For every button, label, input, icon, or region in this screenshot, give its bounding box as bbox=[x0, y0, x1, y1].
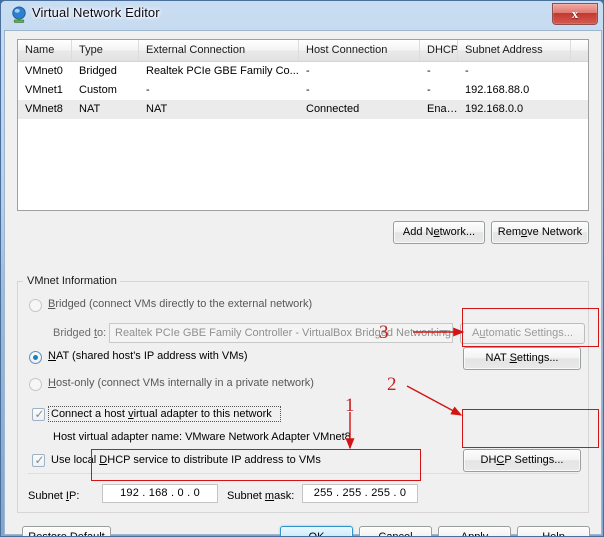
radio-host-only-label: Host-only (connect VMs internally in a p… bbox=[48, 377, 314, 389]
column-header-subnet-address[interactable]: Subnet Address bbox=[458, 40, 571, 61]
cell-external-connection: NAT bbox=[146, 103, 168, 115]
section-divider bbox=[28, 473, 578, 474]
network-monitor-icon bbox=[10, 6, 28, 24]
apply-button[interactable]: Apply bbox=[438, 526, 511, 537]
nat-settings-button[interactable]: NAT Settings... bbox=[463, 347, 581, 370]
checkbox-connect-host-adapter-label: Connect a host virtual adapter to this n… bbox=[51, 408, 272, 420]
subnet-mask-label: Subnet mask: bbox=[227, 490, 295, 502]
remove-network-label: Remove Network bbox=[497, 226, 583, 238]
cell-name: VMnet0 bbox=[25, 65, 63, 77]
dialog-client-area: Name Type External Connection Host Conne… bbox=[4, 30, 602, 537]
cancel-label: Cancel bbox=[378, 531, 413, 537]
cell-name: VMnet1 bbox=[25, 84, 63, 96]
radio-bridged-label: Bridged (connect VMs directly to the ext… bbox=[48, 298, 313, 310]
subnet-mask-field[interactable]: 255 . 255 . 255 . 0 bbox=[302, 484, 418, 503]
automatic-settings-button[interactable]: Automatic Settings... bbox=[460, 323, 585, 344]
window-title: Virtual Network Editor bbox=[32, 5, 160, 20]
chevron-down-icon bbox=[440, 330, 448, 334]
cell-type: NAT bbox=[79, 103, 101, 115]
column-header-spacer bbox=[571, 40, 588, 61]
cell-subnet-address: - bbox=[465, 65, 469, 77]
column-header-type[interactable]: Type bbox=[72, 40, 139, 61]
cell-type: Bridged bbox=[79, 65, 117, 77]
bridged-to-value: Realtek PCIe GBE Family Controller - Vir… bbox=[115, 327, 452, 339]
column-header-host-connection[interactable]: Host Connection bbox=[299, 40, 420, 61]
ok-label: OK bbox=[308, 531, 325, 537]
virtual-network-editor-window: Virtual Network Editor x Name Type Exter… bbox=[0, 0, 604, 537]
close-button[interactable]: x bbox=[552, 3, 598, 25]
check-icon: ✓ bbox=[34, 407, 45, 421]
column-header-dhcp[interactable]: DHCP bbox=[420, 40, 458, 61]
ok-button[interactable]: OK bbox=[280, 526, 353, 537]
column-header-name[interactable]: Name bbox=[18, 40, 72, 61]
vmnet-information-group bbox=[17, 281, 589, 513]
bridged-to-combobox[interactable]: Realtek PCIe GBE Family Controller - Vir… bbox=[109, 323, 453, 343]
cell-subnet-address: 192.168.0.0 bbox=[465, 103, 524, 115]
cell-dhcp: Enabled bbox=[427, 103, 458, 115]
cell-dhcp: - bbox=[427, 84, 431, 96]
cell-host-connection: Connected bbox=[306, 103, 360, 115]
help-label: Help bbox=[542, 531, 565, 537]
radio-nat-label: NAT (shared host's IP address with VMs) bbox=[48, 350, 248, 362]
dhcp-settings-label: DHCP Settings... bbox=[480, 454, 564, 466]
cell-name: VMnet8 bbox=[25, 103, 63, 115]
table-row[interactable]: VMnet0 Bridged Realtek PCIe GBE Family C… bbox=[18, 62, 588, 81]
cancel-button[interactable]: Cancel bbox=[359, 526, 432, 537]
apply-label: Apply bbox=[460, 531, 489, 537]
table-header-row: Name Type External Connection Host Conne… bbox=[18, 40, 588, 62]
cell-subnet-address: 192.168.88.0 bbox=[465, 84, 530, 96]
radio-bridged[interactable] bbox=[29, 299, 42, 312]
vmnet-information-title: VMnet Information bbox=[24, 275, 120, 287]
cell-external-connection: Realtek PCIe GBE Family Co... bbox=[146, 65, 299, 77]
column-header-external-connection[interactable]: External Connection bbox=[139, 40, 299, 61]
checkbox-connect-host-adapter[interactable]: ✓ bbox=[32, 407, 45, 421]
cell-type: Custom bbox=[79, 84, 117, 96]
check-icon: ✓ bbox=[34, 453, 45, 467]
table-row[interactable]: VMnet8 NAT NAT Connected Enabled 192.168… bbox=[18, 100, 588, 119]
checkbox-use-local-dhcp-label: Use local DHCP service to distribute IP … bbox=[51, 454, 321, 466]
automatic-settings-label: Automatic Settings... bbox=[472, 327, 573, 339]
radio-nat[interactable] bbox=[29, 351, 42, 364]
remove-network-button[interactable]: Remove Network bbox=[491, 221, 589, 244]
subnet-ip-field[interactable]: 192 . 168 . 0 . 0 bbox=[102, 484, 218, 503]
cell-dhcp: - bbox=[427, 65, 431, 77]
add-network-label: Add Network... bbox=[402, 226, 476, 238]
bridged-to-label: Bridged to: bbox=[53, 327, 107, 339]
title-bar[interactable]: Virtual Network Editor x bbox=[1, 1, 603, 30]
help-button[interactable]: Help bbox=[517, 526, 590, 537]
radio-host-only[interactable] bbox=[29, 378, 42, 391]
table-body: VMnet0 Bridged Realtek PCIe GBE Family C… bbox=[18, 62, 588, 119]
dhcp-settings-button[interactable]: DHCP Settings... bbox=[463, 449, 581, 472]
subnet-ip-label: Subnet IP: bbox=[28, 490, 80, 502]
checkbox-use-local-dhcp[interactable]: ✓ bbox=[32, 453, 45, 467]
restore-default-button[interactable]: Restore Default bbox=[22, 526, 111, 537]
add-network-button[interactable]: Add Network... bbox=[393, 221, 485, 244]
table-row[interactable]: VMnet1 Custom - - - 192.168.88.0 bbox=[18, 81, 588, 100]
close-icon: x bbox=[571, 6, 579, 21]
restore-default-label: Restore Default bbox=[28, 531, 105, 537]
cell-host-connection: - bbox=[306, 84, 310, 96]
cell-host-connection: - bbox=[306, 65, 310, 77]
nat-settings-label: NAT Settings... bbox=[485, 352, 559, 364]
host-adapter-name-text: Host virtual adapter name: VMware Networ… bbox=[53, 431, 351, 443]
cell-external-connection: - bbox=[146, 84, 150, 96]
network-list-table[interactable]: Name Type External Connection Host Conne… bbox=[17, 39, 589, 211]
